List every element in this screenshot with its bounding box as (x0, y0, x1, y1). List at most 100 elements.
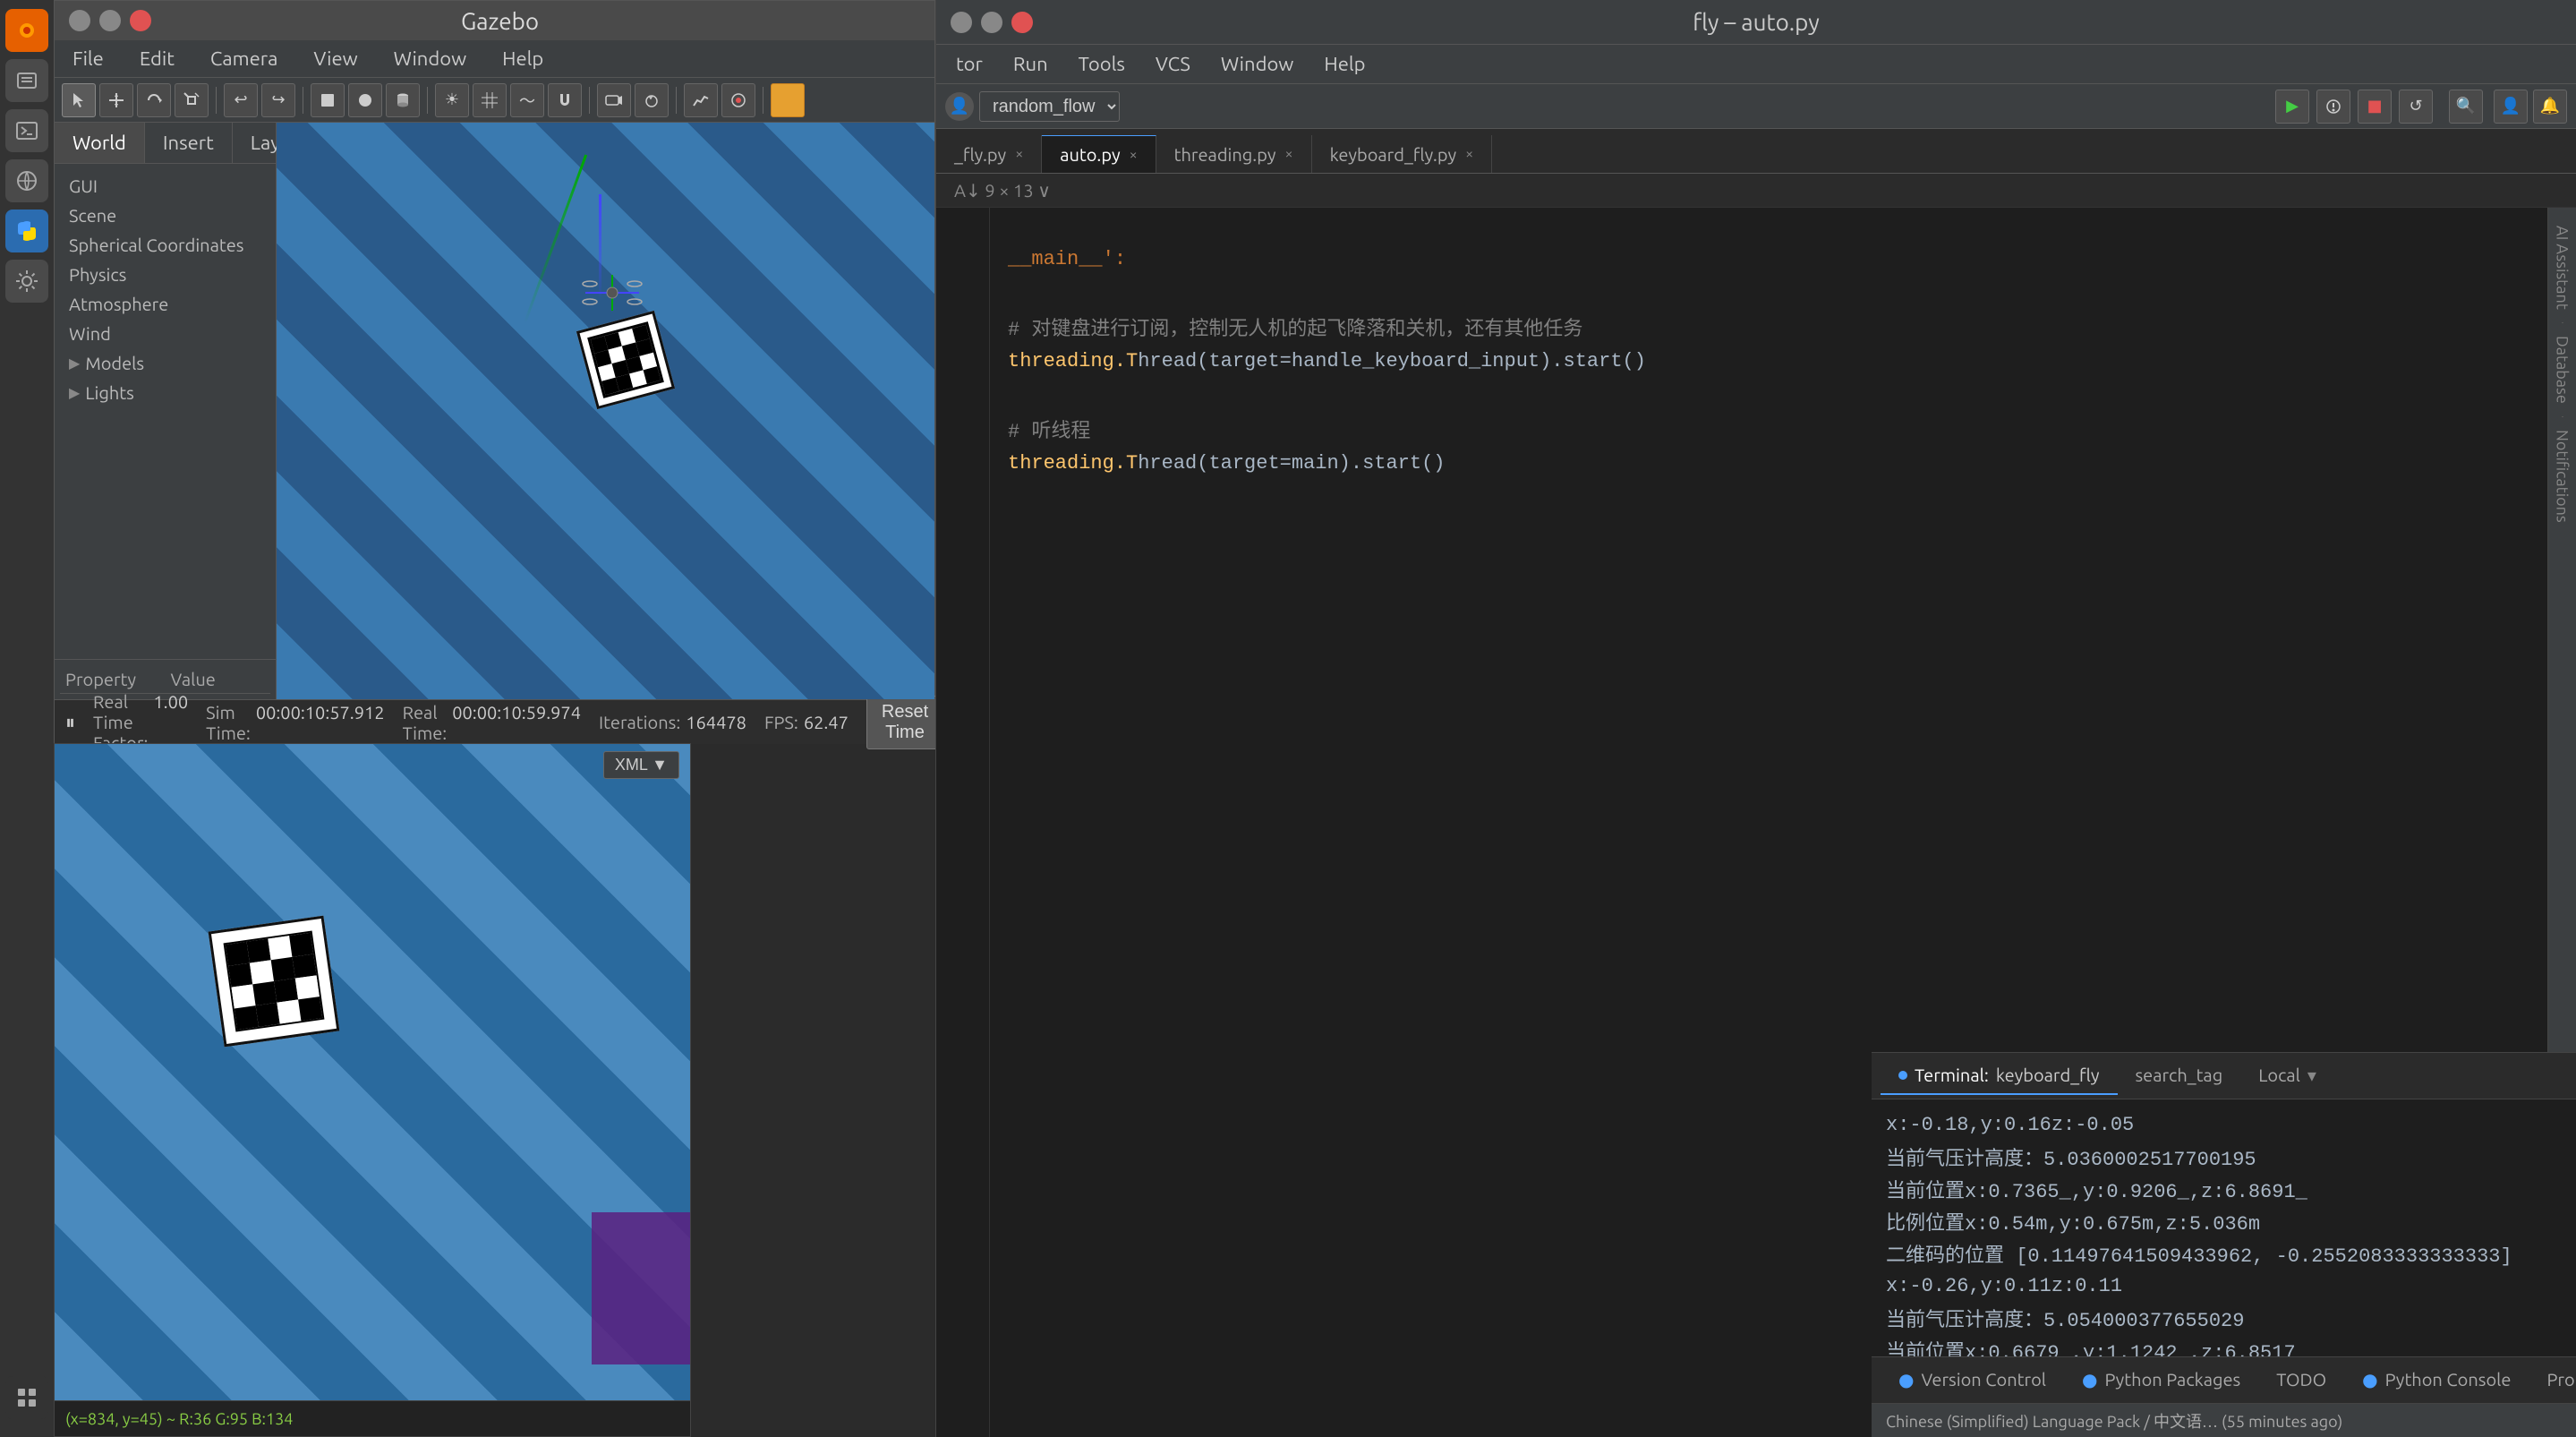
line-num (936, 310, 982, 344)
toolbar-wave-btn[interactable]: 〜 (510, 83, 544, 117)
toolbar-redo-btn[interactable]: ↪ (261, 83, 295, 117)
tree-item-gui[interactable]: GUI (55, 171, 276, 201)
taskbar-network-icon[interactable] (5, 159, 48, 202)
ide-minimize-btn[interactable] (951, 12, 972, 33)
world-panel: World Insert Layers GUI Scene Spherical … (55, 123, 277, 699)
toolbar-camera2-btn[interactable] (635, 83, 669, 117)
tree-item-lights[interactable]: ▶ Lights (55, 378, 276, 407)
gazebo-menu-view[interactable]: View (304, 44, 366, 73)
ide-debug-btn[interactable] (2316, 90, 2350, 124)
gazebo-close-btn[interactable] (130, 10, 151, 31)
toolbar-scale-btn[interactable] (175, 83, 209, 117)
toolbar-orange-btn[interactable] (771, 83, 805, 117)
ide-tab-threading[interactable]: threading.py × (1156, 135, 1312, 173)
toolbar-record-btn[interactable] (721, 83, 755, 117)
tree-item-spherical-coords[interactable]: Spherical Coordinates (55, 230, 276, 260)
database-label[interactable]: Database (2550, 327, 2575, 413)
ide-menu-window[interactable]: Window (1210, 49, 1305, 79)
toolbar-magnet-btn[interactable] (548, 83, 582, 117)
bottom-tab-vcs[interactable]: ● Version Control (1881, 1362, 2064, 1399)
gazebo-maximize-btn[interactable] (99, 10, 121, 31)
toolbar-rotate-btn[interactable] (137, 83, 171, 117)
world-tab-world[interactable]: World (55, 123, 145, 163)
tree-item-wind[interactable]: Wind (55, 319, 276, 348)
bottom-tab-python-console[interactable]: ● Python Console (2344, 1362, 2529, 1399)
fps-item: FPS: 62.47 (764, 712, 849, 732)
toolbar-translate-btn[interactable] (99, 83, 133, 117)
gazebo-menu-camera[interactable]: Camera (201, 44, 287, 73)
ide-close-btn[interactable] (1011, 12, 1033, 33)
terminal-main[interactable]: x:-0.18,y:0.16z:-0.05 当前气压计高度：5.03600025… (1872, 1099, 2576, 1356)
ide-notification-btn[interactable]: 🔔 (2533, 90, 2567, 124)
gazebo-menu-edit[interactable]: Edit (131, 44, 183, 73)
term-tab-local[interactable]: Local ▾ (2240, 1057, 2334, 1095)
ide-menu-vcs[interactable]: VCS (1145, 49, 1201, 79)
ide-menu-help[interactable]: Help (1313, 49, 1376, 79)
gazebo-menu-window[interactable]: Window (385, 44, 476, 73)
toolbar-chart-btn[interactable] (684, 83, 718, 117)
ide-reload-btn[interactable]: ↺ (2399, 90, 2433, 124)
term-val-1: x:-0.18,y:0.16z:-0.05 (1886, 1114, 2134, 1136)
realtime-label: Real Time: (403, 702, 448, 743)
reset-time-btn[interactable]: Reset Time (866, 696, 943, 749)
toolbar-select-btn[interactable] (62, 83, 96, 117)
ide-tab-keyboard-fly[interactable]: keyboard_fly.py × (1312, 135, 1493, 173)
code-keyword: __main__': (1008, 248, 1126, 270)
bottom-aruco-marker (209, 916, 340, 1048)
taskbar-firefox-icon[interactable] (5, 9, 48, 52)
ide-tab-fly-close[interactable]: × (1015, 146, 1023, 162)
bottom-tab-python-packages[interactable]: ● Python Packages (2064, 1362, 2258, 1399)
ide-tab-fly[interactable]: _fly.py × (936, 135, 1042, 173)
ide-menu-run[interactable]: Run (1002, 49, 1059, 79)
tree-item-scene[interactable]: Scene (55, 201, 276, 230)
ide-stop-btn[interactable]: ■ (2358, 90, 2392, 124)
bottom-tab-problems[interactable]: Problems (2529, 1362, 2576, 1399)
gazebo-menu-help[interactable]: Help (493, 44, 552, 73)
toolbar-undo-btn[interactable]: ↩ (224, 83, 258, 117)
gazebo-viewport[interactable] (277, 123, 934, 699)
ide-user-btn[interactable]: 👤 (2494, 90, 2528, 124)
ide-run-btn[interactable]: ▶ (2275, 90, 2309, 124)
bottom-viewport[interactable]: XML ▼ (55, 744, 690, 1400)
ide-menu-tools[interactable]: Tools (1068, 49, 1136, 79)
xml-btn[interactable]: XML ▼ (603, 751, 679, 779)
tree-item-physics[interactable]: Physics (55, 260, 276, 289)
ide-tab-keyboard-fly-close[interactable]: × (1465, 146, 1473, 162)
ide-tab-threading-close[interactable]: × (1285, 146, 1293, 162)
toolbar-cylinder-btn[interactable] (386, 83, 420, 117)
branch-selector[interactable]: random_flow (979, 91, 1120, 122)
iterations-item: Iterations: 164478 (599, 712, 746, 732)
term-tab-search[interactable]: search_tag (2118, 1057, 2241, 1095)
ai-assistant-label[interactable]: AI Assistant (2550, 217, 2575, 319)
ide-search-btn[interactable]: 🔍 (2449, 90, 2483, 124)
toolbar-sun-btn[interactable]: ☀ (435, 83, 469, 117)
taskbar-terminal-icon[interactable] (5, 109, 48, 152)
gazebo-menu-file[interactable]: File (64, 44, 113, 73)
toolbar-sphere-btn[interactable] (348, 83, 382, 117)
ide-maximize-btn[interactable] (981, 12, 1002, 33)
realtime-value: 00:00:10:59.974 (452, 702, 581, 743)
gazebo-minimize-btn[interactable] (69, 10, 90, 31)
fps-label: FPS: (764, 712, 798, 732)
tree-item-models[interactable]: ▶ Models (55, 348, 276, 378)
props-value-label: Value (166, 669, 271, 689)
user-avatar[interactable]: 👤 (945, 92, 974, 121)
taskbar-grid-icon[interactable] (5, 1376, 48, 1419)
world-tab-insert[interactable]: Insert (145, 123, 233, 163)
toolbar-camera1-btn[interactable] (597, 83, 631, 117)
term-controls: + ⚙ × (2334, 1065, 2576, 1088)
toolbar-box-btn[interactable] (311, 83, 345, 117)
ide-tab-auto-close[interactable]: × (1130, 147, 1138, 163)
ide-tab-auto[interactable]: auto.py × (1042, 135, 1156, 173)
pause-icon[interactable]: ⏸ (65, 711, 75, 734)
notifications-label[interactable]: Notifications (2550, 421, 2575, 532)
term-tab-terminal[interactable]: Terminal: keyboard_fly (1881, 1057, 2118, 1095)
tree-item-atmosphere[interactable]: Atmosphere (55, 289, 276, 319)
taskbar-python-icon[interactable] (5, 210, 48, 252)
ide-tabs: _fly.py × auto.py × threading.py × keybo… (936, 129, 2576, 174)
bottom-tab-todo[interactable]: TODO (2258, 1362, 2344, 1399)
toolbar-grid-btn[interactable] (473, 83, 507, 117)
taskbar-files-icon[interactable] (5, 59, 48, 102)
taskbar-settings-icon[interactable] (5, 260, 48, 303)
ide-menu-tor[interactable]: tor (945, 49, 994, 79)
